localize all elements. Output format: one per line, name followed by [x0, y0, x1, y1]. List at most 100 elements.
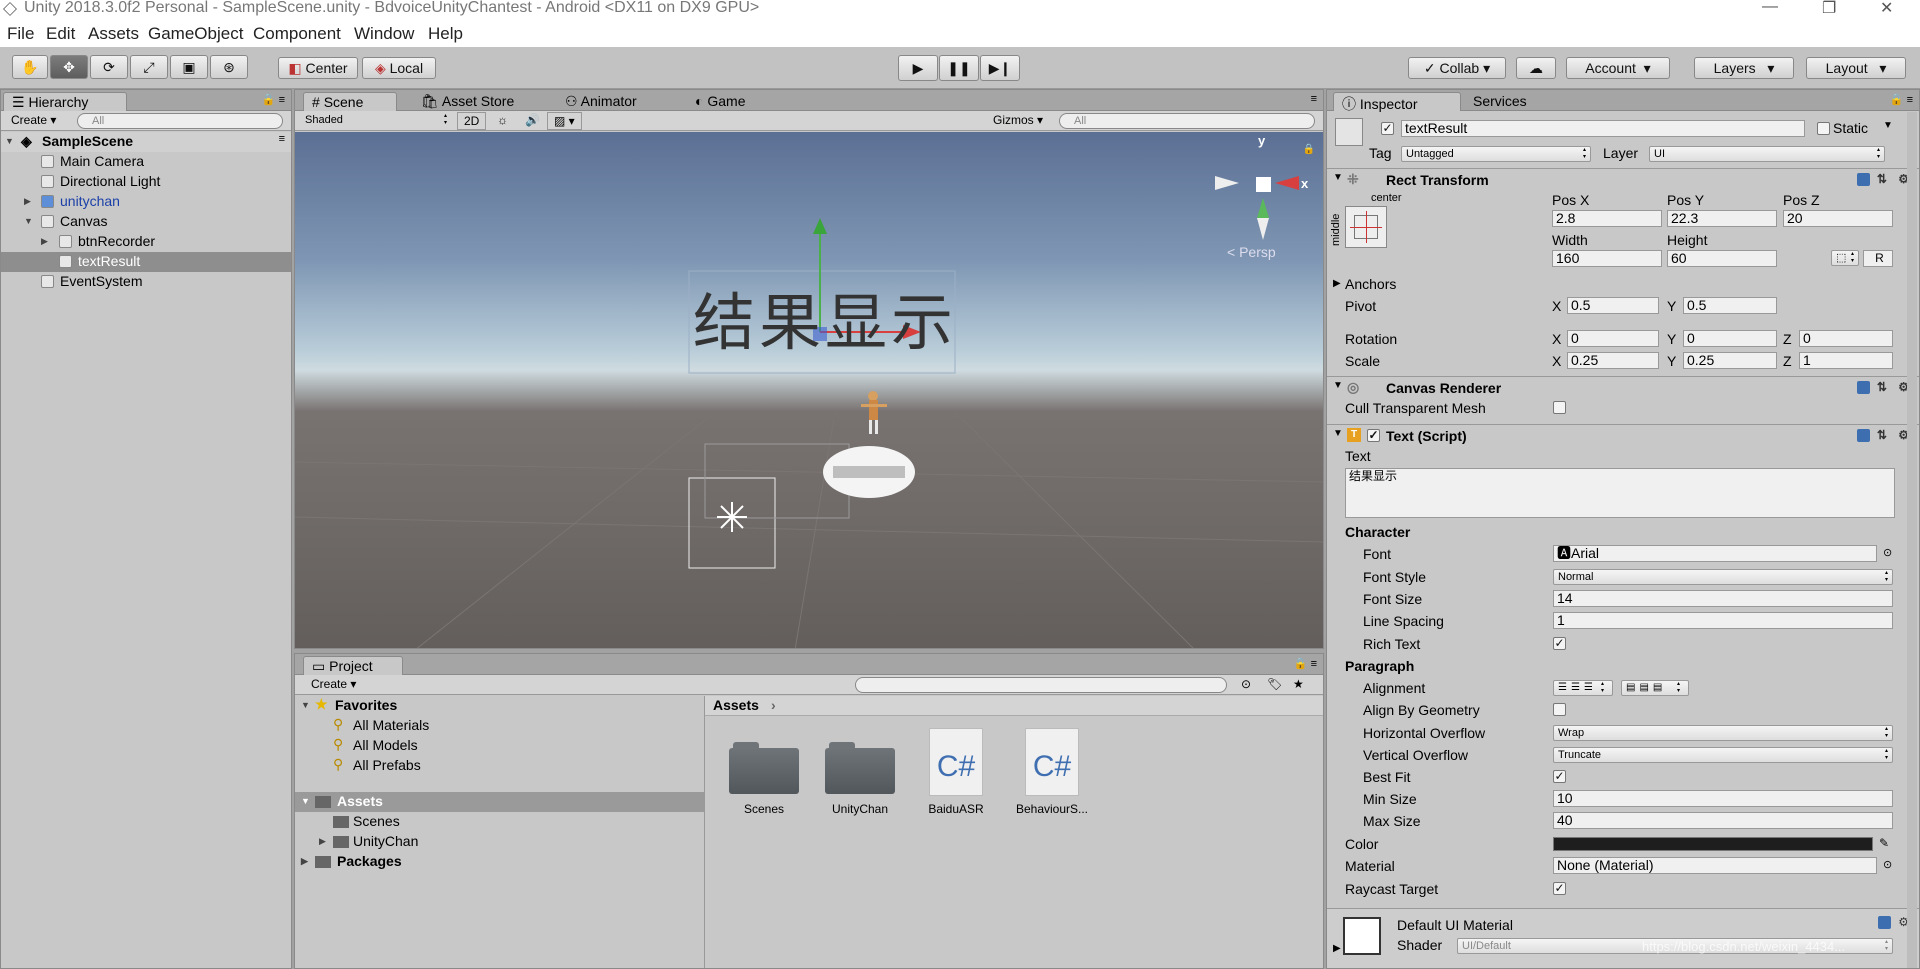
material-field[interactable]: None (Material): [1553, 857, 1877, 874]
filter-type-icon[interactable]: ⊙: [1235, 676, 1257, 694]
favorite-item[interactable]: ⚲ All Prefabs: [295, 756, 704, 776]
collab-dropdown[interactable]: ✓ Collab ▾: [1408, 57, 1506, 79]
static-dropdown[interactable]: ▼: [1883, 120, 1893, 131]
pivot-y-field[interactable]: 0.5: [1683, 297, 1777, 314]
asset-folder-scenes[interactable]: [729, 738, 799, 794]
component-icons[interactable]: ⇅ ⚙: [1856, 380, 1913, 395]
tab-hierarchy[interactable]: ☰ Hierarchy: [3, 92, 127, 111]
canvas-renderer-header[interactable]: ▼ ◎ Canvas Renderer ⇅ ⚙: [1327, 376, 1919, 398]
font-field[interactable]: 🅰Arial: [1553, 545, 1877, 562]
panel-menu-icon[interactable]: 🔒 ≡: [1294, 657, 1317, 670]
text-content-field[interactable]: 结果显示: [1345, 468, 1895, 518]
panel-menu-icon[interactable]: ≡: [1311, 93, 1317, 105]
pivot-x-field[interactable]: 0.5: [1567, 297, 1659, 314]
menu-gameobject[interactable]: GameObject: [148, 24, 243, 44]
scene-text-object[interactable]: 结果显示: [693, 272, 957, 362]
hierarchy-item[interactable]: Main Camera: [1, 152, 291, 172]
tab-animator[interactable]: ⚇ Animator: [557, 92, 645, 111]
tab-game[interactable]: ◐ Game: [687, 92, 753, 111]
width-field[interactable]: 160: [1552, 250, 1662, 267]
favorite-star-icon[interactable]: ★: [1287, 676, 1310, 694]
pause-button[interactable]: ❚❚: [939, 55, 979, 81]
tab-inspector[interactable]: ⓘ Inspector: [1333, 92, 1461, 112]
layout-dropdown[interactable]: Layout ▾: [1806, 57, 1906, 79]
favorite-item[interactable]: ⚲ All Materials: [295, 716, 704, 736]
effects-icon[interactable]: ▨ ▾: [547, 112, 582, 130]
static-checkbox[interactable]: [1817, 122, 1830, 135]
scene-viewport[interactable]: 结果显示 y x < Persp 🔒: [295, 132, 1323, 648]
component-icons[interactable]: ⇅ ⚙: [1856, 428, 1913, 443]
pivot-local-button[interactable]: ◈ Local: [362, 57, 436, 79]
rich-text-checkbox[interactable]: ✓: [1553, 637, 1566, 650]
2d-toggle[interactable]: 2D: [457, 112, 487, 130]
scale-y-field[interactable]: 0.25: [1683, 352, 1777, 369]
project-search-input[interactable]: [855, 677, 1227, 693]
text-script-header[interactable]: ▼ T ✓ Text (Script) ⇅ ⚙: [1327, 424, 1919, 446]
hierarchy-item[interactable]: ▶ btnRecorder: [1, 232, 291, 252]
hand-tool-button[interactable]: ✋: [12, 55, 48, 79]
lock-icon[interactable]: 🔒: [1303, 144, 1315, 155]
object-picker-icon[interactable]: ⊙: [1883, 546, 1892, 559]
cull-checkbox[interactable]: [1553, 401, 1566, 414]
folder-row[interactable]: ▶ UnityChan: [295, 832, 704, 852]
layer-dropdown[interactable]: UI: [1649, 146, 1885, 162]
breadcrumb-assets[interactable]: Assets: [713, 697, 759, 713]
maximize-button[interactable]: ❐: [1822, 0, 1836, 18]
filter-label-icon[interactable]: 🏷: [1261, 676, 1288, 694]
hierarchy-search-input[interactable]: All: [77, 113, 283, 129]
rect-tool-button[interactable]: ▣: [170, 55, 208, 79]
pivot-center-button[interactable]: ◧ Center: [278, 57, 358, 79]
panel-menu-icon[interactable]: 🔒 ≡: [1890, 93, 1913, 106]
max-size-field[interactable]: 40: [1553, 812, 1893, 829]
blueprint-mode-button[interactable]: ⬚: [1831, 250, 1859, 266]
tag-dropdown[interactable]: Untagged: [1401, 146, 1591, 162]
scene-search-input[interactable]: All: [1059, 113, 1315, 129]
color-swatch[interactable]: [1553, 837, 1873, 851]
scene-menu-icon[interactable]: ≡: [279, 133, 285, 145]
raycast-checkbox[interactable]: ✓: [1553, 882, 1566, 895]
project-create-button[interactable]: Create ▾: [305, 676, 362, 694]
layers-dropdown[interactable]: Layers ▾: [1694, 57, 1794, 79]
packages-row[interactable]: ▶ Packages: [295, 852, 704, 872]
line-spacing-field[interactable]: 1: [1553, 612, 1893, 629]
rotate-tool-button[interactable]: ⟳: [90, 55, 128, 79]
cloud-button[interactable]: ☁: [1516, 57, 1556, 79]
scale-tool-button[interactable]: ⤢: [130, 55, 168, 79]
tab-services[interactable]: Services: [1465, 92, 1535, 111]
align-geometry-checkbox[interactable]: [1553, 703, 1566, 716]
panel-menu-icon[interactable]: 🔒 ≡: [262, 93, 285, 106]
expand-icon[interactable]: ▶: [1333, 943, 1341, 954]
folder-row[interactable]: Scenes: [295, 812, 704, 832]
rotation-x-field[interactable]: 0: [1567, 330, 1659, 347]
horizontal-alignment-buttons[interactable]: ☰☰☰: [1553, 680, 1613, 696]
step-button[interactable]: ▶❙: [980, 55, 1020, 81]
rotation-z-field[interactable]: 0: [1799, 330, 1893, 347]
tab-scene[interactable]: # Scene: [303, 92, 397, 111]
raw-edit-button[interactable]: R: [1863, 250, 1893, 267]
hierarchy-item[interactable]: Directional Light: [1, 172, 291, 192]
pos-y-field[interactable]: 22.3: [1667, 210, 1777, 227]
eyedropper-icon[interactable]: ✎: [1879, 836, 1889, 850]
audio-icon[interactable]: 🔊: [519, 112, 546, 130]
font-style-dropdown[interactable]: Normal: [1553, 569, 1893, 585]
tab-project[interactable]: ▭ Project: [303, 656, 403, 675]
play-button[interactable]: ▶: [898, 55, 938, 81]
min-size-field[interactable]: 10: [1553, 790, 1893, 807]
script-icon[interactable]: C#: [1025, 728, 1079, 796]
component-enabled-checkbox[interactable]: ✓: [1367, 429, 1380, 442]
move-tool-button[interactable]: ✥: [50, 55, 88, 79]
horizontal-overflow-dropdown[interactable]: Wrap: [1553, 725, 1893, 741]
active-checkbox[interactable]: ✓: [1381, 122, 1394, 135]
persp-toggle[interactable]: < Persp: [1227, 244, 1276, 260]
hierarchy-item[interactable]: EventSystem: [1, 272, 291, 292]
vertical-alignment-buttons[interactable]: ▤▤▤: [1621, 680, 1689, 696]
minimize-button[interactable]: —: [1762, 0, 1778, 16]
scale-z-field[interactable]: 1: [1799, 352, 1893, 369]
transform-tool-button[interactable]: ⊛: [210, 55, 248, 79]
hierarchy-item[interactable]: ▶ unitychan: [1, 192, 291, 212]
rotation-y-field[interactable]: 0: [1683, 330, 1777, 347]
pos-z-field[interactable]: 20: [1783, 210, 1893, 227]
rect-transform-header[interactable]: ▼ ⁜ Rect Transform ⇅ ⚙: [1327, 168, 1919, 190]
menu-help[interactable]: Help: [428, 24, 463, 44]
anchors-row[interactable]: ▶ Anchors: [1327, 274, 1919, 294]
